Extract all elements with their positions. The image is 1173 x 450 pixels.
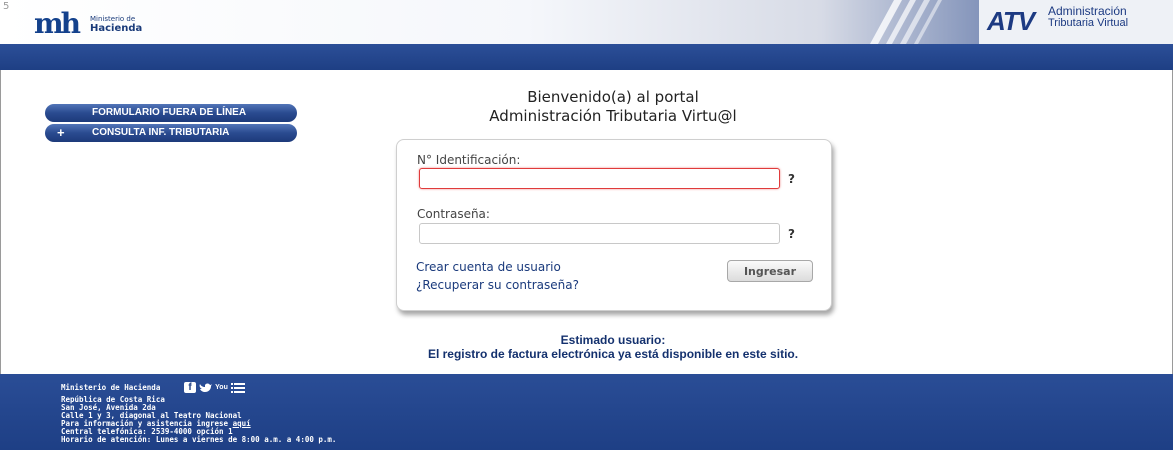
password-help-icon[interactable]: ?	[788, 227, 795, 241]
header-stripes-decoration	[870, 0, 942, 44]
atv-logo[interactable]: ATV Administración Tributaria Virtual	[979, 0, 1173, 44]
ministry-logo-mark: mh	[34, 7, 81, 40]
notice-body: El registro de factura electrónica ya es…	[427, 347, 799, 361]
facebook-icon[interactable]: f	[184, 382, 196, 393]
sidebar-item-label: CONSULTA INF. TRIBUTARIA	[92, 127, 230, 138]
welcome-line1: Bienvenido(a) al portal	[527, 88, 699, 106]
ministry-logo[interactable]: mh Ministerio de Hacienda	[34, 10, 194, 38]
welcome-line2: Administración Tributaria Virtu@l	[489, 107, 737, 125]
login-button[interactable]: Ingresar	[727, 260, 813, 282]
password-label: Contraseña:	[417, 207, 490, 221]
navigation-bar	[0, 44, 1173, 70]
footer-title: Ministerio de Hacienda	[61, 383, 161, 392]
password-input[interactable]	[419, 223, 780, 244]
sidebar-item-consulta[interactable]: + CONSULTA INF. TRIBUTARIA	[45, 124, 297, 142]
id-label: N° Identificación:	[417, 153, 521, 167]
login-panel: N° Identificación: ? Contraseña: ? Crear…	[396, 139, 832, 311]
atv-logo-mark: ATV	[987, 6, 1035, 36]
corner-number: 5	[3, 1, 10, 12]
sidebar-item-formulario[interactable]: FORMULARIO FUERA DE LÍNEA	[45, 104, 297, 122]
site-footer: Ministerio de Hacienda f You República d…	[0, 374, 1173, 450]
plus-icon: +	[57, 125, 65, 140]
site-header: 5 mh Ministerio de Hacienda ATV Administ…	[0, 0, 1173, 44]
id-help-icon[interactable]: ?	[788, 172, 795, 186]
ministry-logo-line2: Hacienda	[90, 23, 143, 34]
footer-hours: Horario de atención: Lunes a viernes de …	[61, 435, 337, 444]
sidebar-item-label: FORMULARIO FUERA DE LÍNEA	[92, 107, 247, 118]
footer-info-link[interactable]: aquí	[233, 419, 251, 428]
atv-logo-line2: Tributaria Virtual	[1048, 17, 1129, 29]
twitter-icon[interactable]	[199, 382, 213, 393]
notice-message: Estimado usuario: El registro de factura…	[300, 333, 926, 361]
youtube-icon[interactable]: You	[215, 382, 228, 393]
notice-title: Estimado usuario:	[560, 333, 666, 347]
create-account-link[interactable]: Crear cuenta de usuario	[416, 260, 561, 274]
list-icon[interactable]	[231, 382, 245, 393]
welcome-heading: Bienvenido(a) al portal Administración T…	[393, 88, 833, 126]
ministry-logo-line1: Ministerio de	[90, 15, 136, 23]
atv-logo-line1: Administración	[1048, 4, 1127, 18]
id-input[interactable]	[419, 168, 780, 189]
recover-password-link[interactable]: ¿Recuperar su contraseña?	[416, 278, 579, 292]
